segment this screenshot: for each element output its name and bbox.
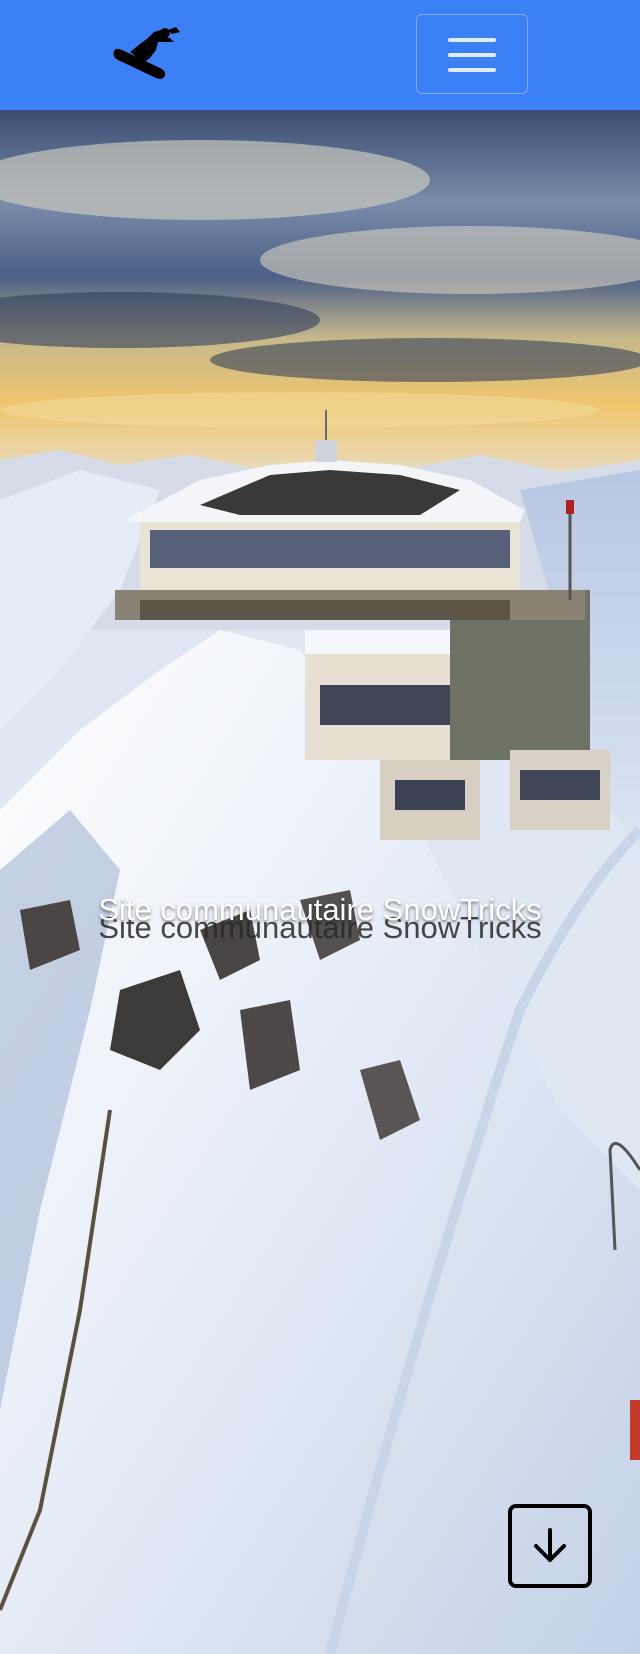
brand-logo-link[interactable] — [110, 24, 186, 84]
arrow-down-icon — [534, 1528, 566, 1562]
navbar — [0, 0, 640, 110]
hero-background-image — [0, 110, 640, 1654]
snowboarder-logo-icon — [113, 27, 180, 79]
navbar-toggler-button[interactable] — [416, 14, 528, 94]
hero-title: Site communautaire SnowTricks — [98, 892, 542, 927]
hero-section: Site communautaire SnowTricks — [0, 110, 640, 1654]
scroll-down-button[interactable] — [508, 1504, 592, 1588]
hamburger-menu-icon — [448, 38, 496, 72]
